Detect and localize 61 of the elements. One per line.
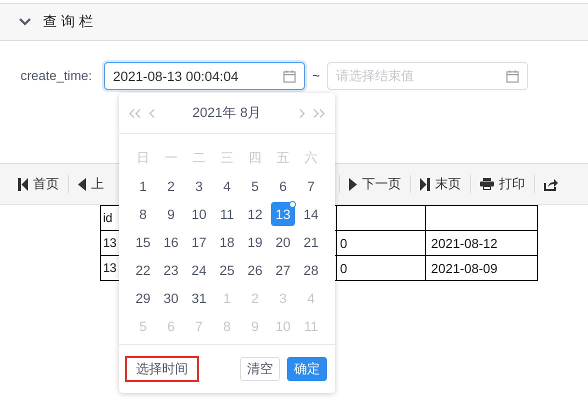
chevron-left-icon[interactable] [149,108,155,118]
calendar-day[interactable]: 23 [159,258,183,282]
select-time-button[interactable]: 选择时间 [125,356,199,382]
left-triangle-icon [78,178,86,190]
weekday-label: 四 [248,149,262,167]
double-chevron-right-icon[interactable] [312,108,325,118]
calendar-day[interactable]: 4 [215,174,239,198]
calendar-icon[interactable] [283,70,296,82]
toolbar-button[interactable] [544,178,558,190]
calendar-day[interactable]: 6 [271,174,295,198]
export-icon [544,178,558,190]
weekday-label: 二 [192,149,206,167]
weekday-label: 五 [276,149,290,167]
toolbar-button[interactable]: 下一页 [349,175,401,193]
weekday-label: 六 [304,149,318,167]
calendar-day[interactable]: 7 [299,174,323,198]
panel-title: 查询栏 [43,13,97,31]
field-label: create_time: [19,67,93,85]
calendar-day[interactable]: 3 [187,174,211,198]
calendar-day[interactable]: 25 [215,258,239,282]
calendar-day[interactable]: 26 [243,258,267,282]
table-cell: 2021-08-12 [426,230,538,256]
calendar-icon[interactable] [506,70,519,82]
calendar-day[interactable]: 31 [187,286,211,310]
calendar-day[interactable]: 30 [159,286,183,310]
weekday-label: 日 [136,149,150,167]
calendar-day[interactable]: 22 [131,258,155,282]
clear-button[interactable]: 清空 [240,357,280,381]
calendar-day[interactable]: 2 [159,174,183,198]
calendar-day[interactable]: 16 [159,230,183,254]
calendar-day[interactable]: 5 [243,174,267,198]
table-cell: 0 [336,230,426,256]
weekday-label: 一 [164,149,178,167]
calendar-day[interactable]: 29 [131,286,155,310]
calendar-day[interactable]: 21 [299,230,323,254]
skip-forward-icon [420,178,430,190]
calendar-day[interactable]: 19 [243,230,267,254]
calendar-day[interactable]: 17 [187,230,211,254]
calendar-day[interactable]: 1 [131,174,155,198]
weekday-label: 三 [220,149,234,167]
calendar-day[interactable]: 27 [271,258,295,282]
calendar-day[interactable]: 24 [187,258,211,282]
calendar-day[interactable]: 28 [299,258,323,282]
table-cell: 0 [336,256,426,280]
toolbar-button[interactable]: 上 [78,175,104,193]
toolbar-button[interactable]: 末页 [420,175,461,193]
toolbar-button[interactable]: 首页 [18,175,59,193]
start-date-field[interactable]: 2021-08-13 00:04:04 [104,62,305,90]
skip-back-icon [18,178,28,190]
table-cell: 2021-08-09 [426,256,538,280]
range-separator: ~ [311,67,321,85]
double-chevron-left-icon[interactable] [129,108,141,118]
printer-icon [480,178,494,190]
calendar-day[interactable]: 20 [271,230,295,254]
calendar-day[interactable]: 18 [215,230,239,254]
calendar-day[interactable]: 15 [131,230,155,254]
chevron-right-icon[interactable] [298,108,305,118]
toolbar-button[interactable]: 打印 [480,175,525,193]
month-title[interactable]: 2021年 8月 [192,104,262,122]
right-triangle-icon [349,178,357,190]
chevron-icon[interactable] [19,18,31,26]
